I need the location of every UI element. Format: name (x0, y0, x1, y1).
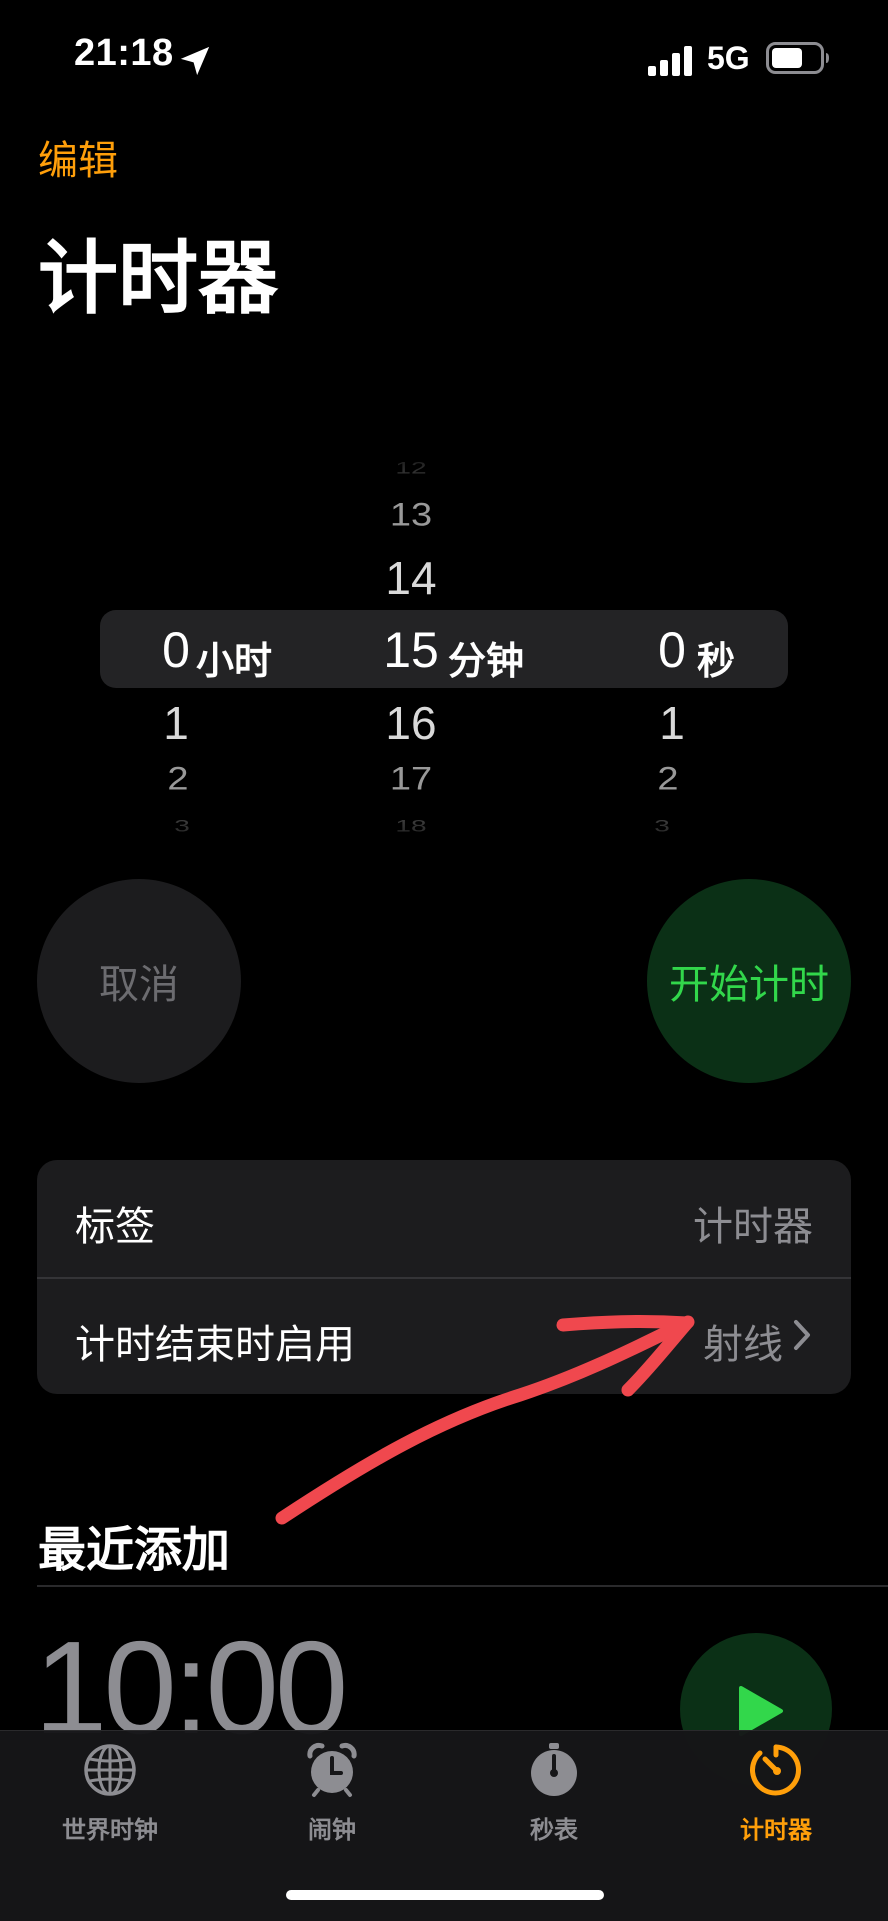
cellular-signal-icon (648, 46, 692, 76)
hours-option: 2 (167, 761, 189, 797)
stopwatch-icon (531, 1743, 577, 1796)
minutes-option: 14 (385, 552, 437, 604)
seconds-selected-value: 0 (658, 622, 686, 678)
network-type: 5G (707, 40, 750, 76)
tab-label: 世界时钟 (62, 1816, 158, 1844)
tab-alarm[interactable]: 闹钟 (242, 1742, 422, 1852)
when-timer-ends-value: 射线 (703, 1322, 783, 1368)
status-time: 21:18 (74, 32, 174, 74)
minutes-unit-label: 分钟 (448, 639, 525, 683)
recents-divider (37, 1585, 888, 1587)
hours-option: 1 (163, 697, 189, 749)
minutes-option: 16 (385, 697, 437, 749)
label-row-value: 计时器 (693, 1204, 813, 1250)
tab-label: 计时器 (740, 1816, 812, 1844)
cancel-button[interactable]: 取消 (37, 879, 241, 1083)
battery-icon (766, 42, 829, 74)
label-row-title: 标签 (75, 1204, 155, 1250)
tab-stopwatch[interactable]: 秒表 (464, 1742, 644, 1852)
recents-section-title: 最近添加 (38, 1522, 231, 1578)
label-row[interactable]: 标签 计时器 (37, 1160, 851, 1277)
timer-icon (750, 1744, 801, 1796)
hours-unit-label: 小时 (196, 639, 273, 683)
seconds-option: 1 (659, 697, 685, 749)
minutes-option: 17 (389, 761, 433, 797)
page-title: 计时器 (38, 232, 278, 325)
tab-label: 秒表 (530, 1816, 578, 1844)
when-timer-ends-title: 计时结束时启用 (75, 1322, 355, 1368)
seconds-unit-label: 秒 (697, 639, 736, 683)
seconds-option: 2 (657, 761, 679, 797)
globe-icon (84, 1744, 136, 1796)
tab-label: 闹钟 (308, 1816, 356, 1844)
minutes-option: 13 (389, 497, 433, 533)
alarm-clock-icon (307, 1742, 357, 1797)
edit-button[interactable]: 编辑 (38, 128, 118, 186)
tab-timer[interactable]: 计时器 (686, 1742, 866, 1852)
chevron-right-icon (794, 1320, 810, 1350)
home-indicator[interactable] (286, 1890, 604, 1900)
tab-world-clock[interactable]: 世界时钟 (20, 1742, 200, 1852)
hours-selected-value: 0 (162, 622, 190, 678)
start-button[interactable]: 开始计时 (647, 879, 851, 1083)
picker-top-fade (0, 440, 888, 500)
minutes-selected-value: 15 (383, 622, 439, 678)
when-timer-ends-row[interactable]: 计时结束时启用 射线 (37, 1279, 851, 1394)
location-arrow-icon (180, 46, 210, 76)
picker-bottom-fade (0, 800, 888, 860)
